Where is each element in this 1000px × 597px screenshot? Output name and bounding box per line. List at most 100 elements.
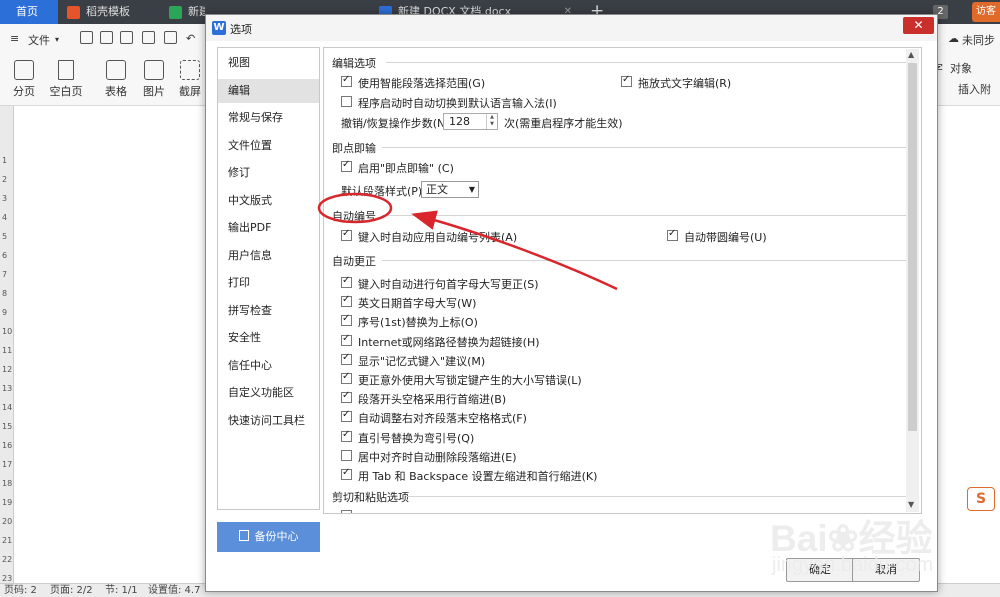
ime-switch-label: 程序启动时自动切换到默认语言输入法(I): [358, 97, 557, 110]
auto-correct-label: 更正意外使用大写锁定键产生的大小写错误(L): [358, 374, 582, 387]
auto-correct-checkbox[interactable]: [341, 449, 352, 461]
dialog-title-bar: W 选项 ✕: [206, 15, 937, 41]
default-style-select[interactable]: 正文 ▼: [421, 181, 479, 198]
nav-item[interactable]: 打印: [218, 271, 319, 295]
ruler-number: 5: [2, 232, 8, 241]
undo-steps-label: 撤销/恢复操作步数(N):: [341, 117, 454, 130]
auto-correct-label: 显示"记忆式键入"建议(M): [358, 354, 486, 368]
section-title-auto-correct: 自动更正: [332, 255, 376, 268]
export-icon[interactable]: [120, 31, 133, 44]
section-divider: [382, 260, 916, 261]
tab-home[interactable]: 首页: [0, 0, 58, 24]
options-scrollbar[interactable]: ▲ ▼: [906, 49, 919, 512]
scroll-up-icon[interactable]: ▲: [908, 50, 914, 59]
auto-correct-checkbox[interactable]: [341, 313, 352, 327]
document-page[interactable]: [14, 106, 205, 583]
preview-icon[interactable]: [164, 31, 177, 44]
ruler-number: 22: [2, 555, 13, 564]
floating-assistant-icon[interactable]: S: [967, 487, 995, 511]
close-icon[interactable]: ✕: [903, 17, 934, 34]
smart-select-checkbox[interactable]: [341, 74, 352, 87]
section-divider: [382, 215, 916, 216]
nav-item[interactable]: 自定义功能区: [218, 381, 319, 405]
nav-item[interactable]: 输出PDF: [218, 216, 319, 240]
circle-number-checkbox[interactable]: [667, 228, 678, 241]
nav-item[interactable]: 修订: [218, 161, 319, 185]
auto-correct-checkbox[interactable]: [341, 409, 352, 423]
auto-correct-checkbox[interactable]: [341, 390, 352, 404]
click-type-label: 启用"即点即输" (C): [358, 162, 454, 175]
options-nav: 视图编辑常规与保存文件位置修订中文版式输出PDF 用户信息打印拼写检查安全性信任中…: [217, 47, 320, 510]
section-divider: [406, 496, 916, 497]
nav-item[interactable]: 编辑: [218, 78, 319, 103]
menu-icon[interactable]: ≡: [10, 32, 19, 45]
ok-button[interactable]: 确定: [786, 558, 854, 582]
docer-icon: [67, 6, 80, 19]
chevron-down-icon[interactable]: ▾: [55, 35, 59, 44]
nav-item[interactable]: 快速访问工具栏: [218, 409, 319, 433]
sync-status[interactable]: 未同步: [962, 32, 995, 48]
status-page-number: 页码: 2: [4, 585, 37, 596]
ruler-number: 18: [2, 479, 13, 488]
ruler-number: 14: [2, 403, 13, 412]
file-menu[interactable]: 文件: [28, 32, 50, 48]
scroll-thumb[interactable]: [908, 63, 917, 431]
auto-list-checkbox[interactable]: [341, 228, 352, 241]
undo-steps-stepper[interactable]: 128 ▲ ▼: [443, 113, 498, 130]
auto-correct-checkbox[interactable]: [341, 352, 352, 365]
options-content: 编辑选项 使用智能段落选择范围(G) 拖放式文字编辑(R) 程序启动时自动切换到…: [323, 47, 922, 514]
ruler-number: 12: [2, 365, 13, 374]
picture-icon: [144, 60, 164, 80]
undo-icon[interactable]: ↶: [186, 32, 195, 45]
nav-item[interactable]: 文件位置: [218, 134, 319, 158]
ruler-number: 11: [2, 346, 13, 355]
scroll-down-icon[interactable]: ▼: [908, 500, 914, 509]
sync-icon[interactable]: ☁: [948, 32, 959, 45]
ruler-number: 1: [2, 156, 8, 165]
nav-item[interactable]: 信任中心: [218, 354, 319, 378]
auto-correct-label: Internet或网络路径替换为超链接(H): [358, 335, 540, 349]
ruler-number: 9: [2, 308, 8, 317]
options-dialog: W 选项 ✕ 视图编辑常规与保存文件位置修订中文版式输出PDF 用户信息打印拼写检…: [205, 14, 938, 592]
ruler-number: 13: [2, 384, 13, 393]
open-icon[interactable]: [80, 31, 93, 44]
stepper-arrows-icon[interactable]: ▲ ▼: [486, 114, 497, 129]
auto-correct-checkbox[interactable]: [341, 275, 352, 288]
auto-correct-checkbox[interactable]: [341, 429, 352, 442]
cancel-button[interactable]: 取消: [852, 558, 920, 582]
ruler-number: 3: [2, 194, 8, 203]
smart-select-label: 使用智能段落选择范围(G): [358, 77, 486, 90]
object-button[interactable]: 对象: [950, 58, 972, 79]
drag-edit-checkbox[interactable]: [621, 74, 632, 87]
print-icon[interactable]: [142, 31, 155, 44]
tab-xls[interactable]: 新建 XLS 工作表.xls: [162, 0, 205, 24]
ruler-number: 6: [2, 251, 8, 260]
nav-item[interactable]: 拼写检查: [218, 299, 319, 323]
nav-item[interactable]: 中文版式: [218, 189, 319, 213]
ime-switch-checkbox[interactable]: [341, 96, 352, 107]
insert-attachment-button[interactable]: 插入附: [958, 79, 991, 100]
nav-item[interactable]: 视图: [218, 51, 319, 75]
ruler-number: 2: [2, 175, 8, 184]
visitor-button[interactable]: 访客: [972, 2, 1000, 22]
document-page-right[interactable]: [938, 106, 1000, 583]
nav-item[interactable]: 用户信息: [218, 244, 319, 268]
backup-center-button[interactable]: 备份中心: [217, 522, 320, 552]
cut-paste-checkbox[interactable]: [341, 510, 352, 513]
ruler-number: 23: [2, 574, 13, 583]
auto-correct-label: 英文日期首字母大写(W): [358, 297, 477, 311]
save-icon[interactable]: [100, 31, 113, 44]
auto-correct-checkbox[interactable]: [341, 333, 352, 346]
blank-page-button[interactable]: 空白页: [44, 58, 88, 99]
tab-docer[interactable]: 稻壳模板: [60, 0, 160, 24]
page-break-button[interactable]: 分页: [2, 58, 46, 99]
click-type-checkbox[interactable]: [341, 159, 352, 172]
section-divider: [382, 147, 916, 148]
nav-item[interactable]: 安全性: [218, 326, 319, 350]
backup-icon: [238, 530, 249, 541]
auto-correct-checkbox[interactable]: [341, 467, 352, 480]
auto-correct-checkbox[interactable]: [341, 371, 352, 384]
nav-item[interactable]: 常规与保存: [218, 106, 319, 130]
auto-correct-checkbox[interactable]: [341, 294, 352, 308]
status-section: 节: 1/1: [105, 585, 138, 596]
